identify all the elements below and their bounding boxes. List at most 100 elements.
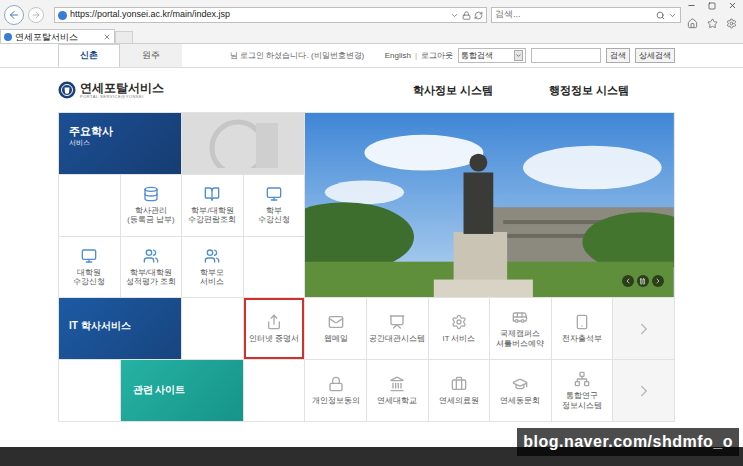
chevron-right-icon bbox=[635, 382, 653, 400]
service-tile[interactable]: 개인정보동의 bbox=[305, 360, 366, 421]
service-label: IT 서비스 bbox=[443, 334, 476, 343]
campus-tab[interactable]: 원주 bbox=[120, 44, 182, 67]
address-bar[interactable]: https://portal.yonsei.ac.kr/main/index.j… bbox=[54, 7, 487, 23]
service-tile[interactable]: 대학원수강신청 bbox=[59, 237, 120, 298]
search-icon bbox=[656, 11, 665, 20]
yonsei-emblem-icon[interactable] bbox=[58, 81, 76, 99]
empty-cell bbox=[244, 360, 305, 421]
chevron-right-icon bbox=[654, 277, 662, 285]
service-tile[interactable]: 학부수강신청 bbox=[244, 175, 305, 236]
service-icon bbox=[204, 186, 220, 202]
service-icon bbox=[389, 314, 405, 330]
service-tile[interactable]: 연세의료원 bbox=[429, 360, 490, 421]
chevron-left-icon bbox=[624, 277, 632, 285]
service-label: 학사관리(등록금 납부) bbox=[127, 206, 174, 225]
system-nav-link[interactable]: 학사정보 시스템 bbox=[413, 82, 493, 99]
carousel-prev-button[interactable] bbox=[622, 275, 634, 287]
empty-cell bbox=[59, 360, 120, 421]
browser-toolbar: https://portal.yonsei.ac.kr/main/index.j… bbox=[0, 0, 743, 30]
campus-photo bbox=[305, 113, 674, 297]
site-favicon-icon bbox=[58, 11, 67, 20]
empty-cell bbox=[244, 237, 305, 298]
service-tile[interactable]: 국제캠퍼스셔틀버스예약 bbox=[490, 298, 551, 359]
pause-icon bbox=[639, 278, 646, 285]
service-tile[interactable]: 학사관리(등록금 납부) bbox=[121, 175, 182, 236]
link-separator: | bbox=[415, 50, 417, 62]
logout-link[interactable]: 로그아웃 bbox=[421, 50, 453, 62]
minimize-icon[interactable] bbox=[687, 1, 696, 10]
service-label: 웹메일 bbox=[324, 334, 348, 343]
service-tile[interactable]: 인터넷 증명서 bbox=[244, 298, 305, 359]
gear-icon[interactable] bbox=[726, 18, 737, 29]
service-label: 학부/대학원성적평가 조회 bbox=[126, 268, 176, 287]
system-nav-link[interactable]: 행정정보 시스템 bbox=[549, 82, 629, 99]
main-services-block: 주요학사서비스 bbox=[59, 113, 181, 174]
more-related-sites-button[interactable] bbox=[613, 360, 674, 421]
service-label: 연세동문회 bbox=[500, 396, 540, 405]
it-services-block: IT 학사서비스 bbox=[59, 298, 181, 359]
tab-close-icon[interactable] bbox=[103, 33, 111, 41]
address-text: https://portal.yonsei.ac.kr/main/index.j… bbox=[70, 8, 447, 22]
service-tile[interactable]: 전자출석부 bbox=[552, 298, 613, 359]
language-link[interactable]: English bbox=[385, 50, 411, 62]
page-top-bar: 신촌원주 님 로그인 하셨습니다. (비밀번호변경) English | 로그아웃 통합검… bbox=[0, 44, 743, 68]
tab-favicon-icon bbox=[4, 33, 12, 41]
service-label: 대학원수강신청 bbox=[73, 268, 105, 287]
service-label: 학부수강신청 bbox=[258, 206, 290, 225]
maximize-icon[interactable] bbox=[708, 2, 716, 10]
service-tile[interactable]: IT 서비스 bbox=[429, 298, 490, 359]
service-icon bbox=[143, 186, 159, 202]
carousel-controls bbox=[622, 275, 664, 287]
login-message: 님 로그인 하셨습니다. (비밀번호변경) bbox=[230, 50, 364, 62]
forward-button[interactable] bbox=[28, 7, 44, 23]
select-arrow-icon bbox=[514, 50, 523, 61]
service-tile[interactable]: 공간대관시스템 bbox=[367, 298, 428, 359]
browser-search[interactable]: 검색... bbox=[491, 7, 681, 23]
service-icon bbox=[266, 314, 282, 330]
portal-header: 연세포탈서비스PORTAL SERVICE@YONSEI 학사정보 시스템 행정정보… bbox=[0, 68, 743, 112]
service-icon bbox=[266, 186, 282, 202]
dropdown-icon[interactable] bbox=[668, 11, 677, 20]
service-label: 국제캠퍼스셔틀버스예약 bbox=[496, 329, 544, 348]
service-icon bbox=[574, 314, 590, 330]
close-icon[interactable] bbox=[728, 1, 737, 10]
carousel-next-button[interactable] bbox=[652, 275, 664, 287]
chevron-right-icon bbox=[635, 320, 653, 338]
dropdown-icon[interactable] bbox=[450, 11, 459, 20]
service-tile[interactable]: 연세동문회 bbox=[490, 360, 551, 421]
more-it-services-button[interactable] bbox=[613, 298, 674, 359]
empty-cell bbox=[59, 175, 120, 236]
home-icon[interactable] bbox=[687, 18, 698, 29]
service-icon bbox=[328, 314, 344, 330]
service-label: 연세대학교 bbox=[377, 396, 417, 405]
new-tab-button[interactable] bbox=[115, 31, 133, 43]
search-scope-select[interactable]: 통합검색 bbox=[458, 48, 526, 63]
service-tile[interactable]: 학부모서비스 bbox=[182, 237, 243, 298]
refresh-icon[interactable] bbox=[474, 11, 483, 20]
service-label: 전자출석부 bbox=[562, 334, 602, 343]
service-tile[interactable]: 학부/대학원성적평가 조회 bbox=[121, 237, 182, 298]
window-controls bbox=[685, 1, 739, 10]
browser-tab[interactable]: 연세포탈서비스 bbox=[0, 29, 115, 43]
empty-cell bbox=[182, 298, 243, 359]
service-tile[interactable]: 학부/대학원수강편람조회 bbox=[182, 175, 243, 236]
service-icon bbox=[204, 248, 220, 264]
back-button[interactable] bbox=[4, 5, 24, 25]
search-button[interactable]: 상세검색 bbox=[635, 48, 675, 63]
service-icon bbox=[451, 314, 467, 330]
logo-text[interactable]: 연세포탈서비스PORTAL SERVICE@YONSEI bbox=[80, 82, 164, 99]
search-button[interactable]: 검색 bbox=[606, 48, 630, 63]
service-label: 학부모서비스 bbox=[200, 268, 224, 287]
service-tile[interactable]: 연세대학교 bbox=[367, 360, 428, 421]
favorites-star-icon[interactable] bbox=[707, 18, 718, 29]
service-label: 공간대관시스템 bbox=[369, 334, 425, 343]
forward-arrow-icon bbox=[31, 10, 41, 20]
service-label: 개인정보동의 bbox=[312, 396, 360, 405]
carousel-pause-button[interactable] bbox=[637, 275, 649, 287]
service-tile[interactable]: 웹메일 bbox=[305, 298, 366, 359]
service-label: 통합연구정보시스템 bbox=[562, 391, 602, 410]
campus-tab[interactable]: 신촌 bbox=[58, 44, 120, 67]
service-label: 연세의료원 bbox=[439, 396, 479, 405]
portal-search-input[interactable] bbox=[531, 48, 601, 63]
service-tile[interactable]: 통합연구정보시스템 bbox=[552, 360, 613, 421]
